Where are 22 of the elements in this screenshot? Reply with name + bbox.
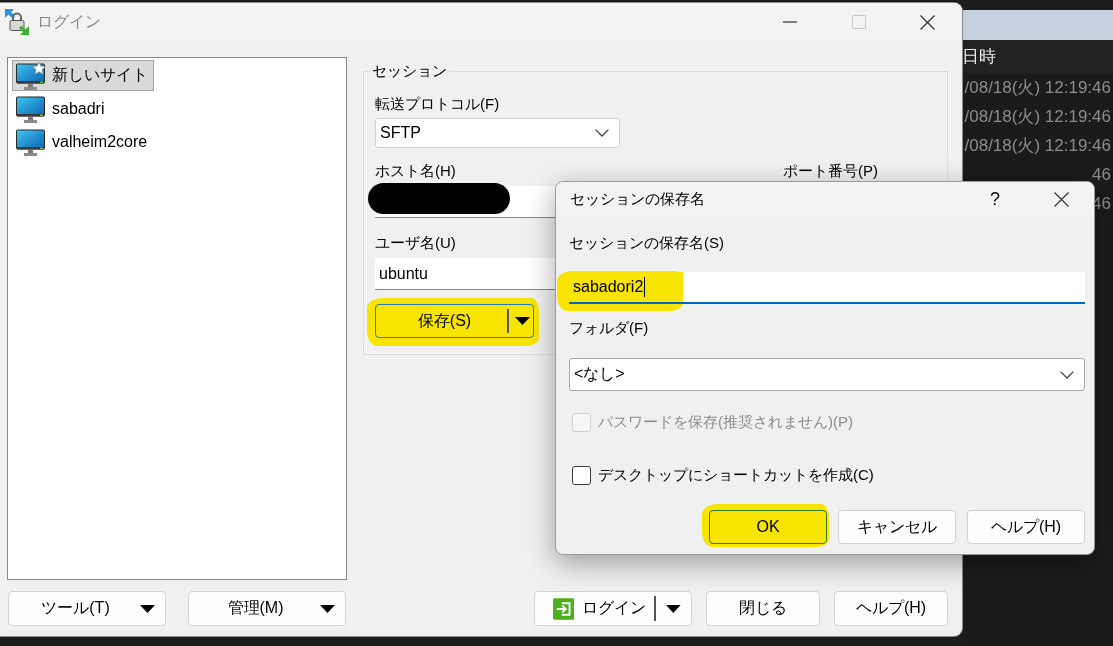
table-cell-text: /08/18(火) 12:19:46 xyxy=(964,106,1111,128)
dropdown-value: SFTP xyxy=(380,124,421,142)
field-label: ユーザ名(U) xyxy=(375,234,456,252)
table-cell-text: /08/18(火) 12:19:46 xyxy=(964,77,1111,99)
site-name: valheim2core xyxy=(52,132,148,151)
dialog-title: セッションの保存名 xyxy=(570,189,705,209)
dropdown-value: <なし> xyxy=(574,364,625,384)
field-value: sabadori2 xyxy=(573,278,644,296)
site-name: sabadri xyxy=(52,99,105,118)
group-title: セッション xyxy=(371,62,448,80)
field-label: 転送プロトコル(F) xyxy=(375,95,500,113)
column-header: 日時 xyxy=(962,46,996,68)
site-name: 新しいサイト xyxy=(52,65,148,85)
field-label: フォルダ(F) xyxy=(569,319,649,337)
field-label: セッションの保存名(S) xyxy=(569,234,724,252)
field-label: ポート番号(P) xyxy=(783,162,878,180)
table-cell: 46 xyxy=(1092,164,1111,185)
checkbox-label: デスクトップにショートカットを作成(C) xyxy=(598,465,874,485)
checkbox-label: パスワードを保存(推奨されません)(P) xyxy=(598,412,853,432)
table-cell-text: /08/18(火) 12:19:46 xyxy=(964,135,1111,157)
window-title: ログイン xyxy=(37,11,101,32)
field-label: ホスト名(H) xyxy=(375,162,456,180)
